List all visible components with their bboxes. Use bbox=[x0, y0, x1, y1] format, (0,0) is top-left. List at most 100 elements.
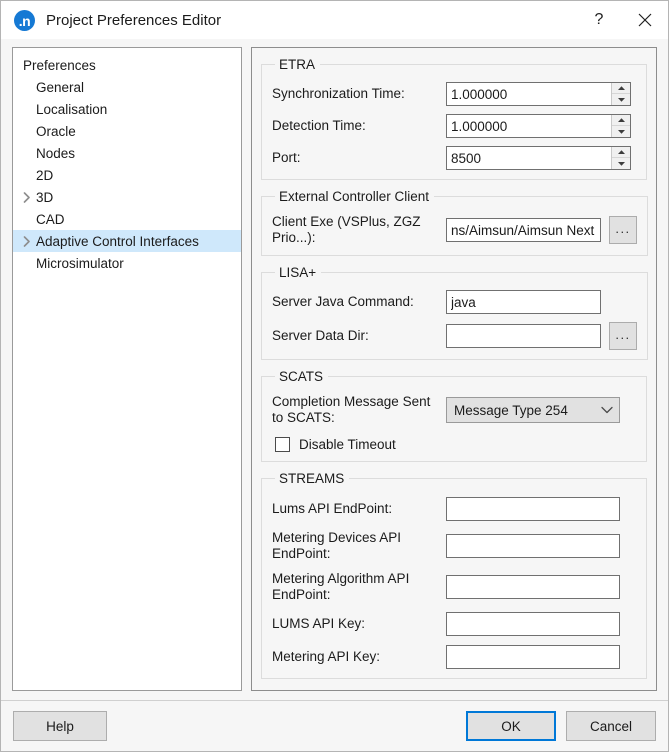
lums-api-endpoint-label: Lums API EndPoint: bbox=[272, 501, 393, 516]
disable-timeout-checkbox[interactable] bbox=[275, 437, 290, 452]
lums-api-key-row: LUMS API Key: bbox=[272, 612, 636, 636]
sidebar-item-label: Localisation bbox=[36, 101, 108, 117]
title-bar: .n Project Preferences Editor ? bbox=[1, 1, 668, 39]
streams-legend: STREAMS bbox=[279, 471, 345, 486]
sidebar-item-oracle[interactable]: Oracle bbox=[13, 120, 241, 142]
scats-legend: SCATS bbox=[279, 369, 324, 384]
app-icon: .n bbox=[14, 9, 35, 31]
tree-root-label: Preferences bbox=[23, 57, 96, 73]
streams-group: STREAMS Lums API EndPoint: Metering Devi… bbox=[261, 471, 647, 679]
spin-up-icon[interactable] bbox=[612, 115, 630, 126]
client-exe-input[interactable] bbox=[446, 218, 601, 242]
detection-time-spin-buttons[interactable] bbox=[611, 115, 630, 137]
client-exe-row: Client Exe (VSPlus, ZGZ Prio...): ... bbox=[272, 214, 637, 246]
help-icon-button[interactable]: ? bbox=[576, 1, 622, 39]
sidebar-item-general[interactable]: General bbox=[13, 76, 241, 98]
spin-down-icon[interactable] bbox=[612, 94, 630, 105]
metering-devices-api-endpoint-input[interactable] bbox=[446, 534, 620, 558]
etra-group: ETRA Synchronization Time: 1.000000 Dete… bbox=[261, 57, 647, 180]
sidebar-item-3d[interactable]: 3D bbox=[13, 186, 241, 208]
lums-api-endpoint-input[interactable] bbox=[446, 497, 620, 521]
sidebar-item-microsimulator[interactable]: Microsimulator bbox=[13, 252, 241, 274]
lums-api-key-input[interactable] bbox=[446, 612, 620, 636]
lisa-plus-group: LISA+ Server Java Command: Server Data D… bbox=[261, 265, 648, 360]
help-button[interactable]: Help bbox=[13, 711, 107, 741]
sync-time-label: Synchronization Time: bbox=[272, 86, 405, 101]
disable-timeout-row[interactable]: Disable Timeout bbox=[272, 437, 636, 452]
detection-time-input[interactable] bbox=[447, 115, 611, 137]
sidebar-item-label: General bbox=[36, 79, 85, 95]
metering-algorithm-api-endpoint-label: Metering Algorithm API EndPoint: bbox=[272, 571, 410, 602]
completion-message-row: Completion Message Sent to SCATS: Messag… bbox=[272, 394, 636, 426]
app-icon-glyph: .n bbox=[18, 13, 31, 29]
adaptive-control-interfaces-pane: ETRA Synchronization Time: 1.000000 Dete… bbox=[251, 47, 657, 691]
metering-api-key-label: Metering API Key: bbox=[272, 649, 381, 664]
sidebar-item-label: Nodes bbox=[36, 145, 76, 161]
chevron-right-icon[interactable] bbox=[19, 191, 34, 203]
sidebar-item-cad[interactable]: CAD bbox=[13, 208, 241, 230]
window-title: Project Preferences Editor bbox=[46, 11, 222, 29]
port-spinner[interactable] bbox=[446, 146, 631, 170]
metering-devices-api-endpoint-label: Metering Devices API EndPoint: bbox=[272, 530, 402, 561]
detection-time-row: Detection Time: bbox=[272, 114, 636, 138]
server-data-dir-browse-button[interactable]: ... bbox=[609, 322, 637, 350]
metering-algorithm-api-endpoint-input[interactable] bbox=[446, 575, 620, 599]
sidebar-item-label: 2D bbox=[36, 167, 54, 183]
sync-time-spin-buttons[interactable] bbox=[611, 83, 630, 105]
spin-down-icon[interactable] bbox=[612, 126, 630, 137]
detection-time-control bbox=[446, 114, 636, 138]
completion-message-select[interactable]: Message Type 254 bbox=[446, 397, 620, 423]
sidebar-item-label: Adaptive Control Interfaces bbox=[36, 233, 199, 249]
ok-button[interactable]: OK bbox=[466, 711, 556, 741]
metering-api-key-control bbox=[446, 645, 636, 669]
sidebar-item-adaptive-control-interfaces[interactable]: Adaptive Control Interfaces bbox=[13, 230, 241, 252]
cancel-button[interactable]: Cancel bbox=[566, 711, 656, 741]
close-icon-button[interactable] bbox=[622, 1, 668, 39]
preferences-tree[interactable]: Preferences General Localisation Oracle … bbox=[12, 47, 242, 691]
sidebar-item-nodes[interactable]: Nodes bbox=[13, 142, 241, 164]
completion-message-value: Message Type 254 bbox=[454, 402, 568, 418]
server-java-command-input[interactable] bbox=[446, 290, 601, 314]
lums-api-key-label: LUMS API Key: bbox=[272, 616, 366, 631]
sidebar-item-label: Oracle bbox=[36, 123, 76, 139]
port-input[interactable] bbox=[447, 147, 611, 169]
server-java-command-label: Server Java Command: bbox=[272, 294, 414, 309]
client-exe-browse-button[interactable]: ... bbox=[609, 216, 637, 244]
lums-api-endpoint-control bbox=[446, 497, 636, 521]
detection-time-spinner[interactable] bbox=[446, 114, 631, 138]
spin-up-icon[interactable] bbox=[612, 147, 630, 158]
sync-time-input[interactable] bbox=[447, 83, 611, 105]
metering-algorithm-api-endpoint-row: Metering Algorithm API EndPoint: bbox=[272, 571, 636, 603]
server-data-dir-row: Server Data Dir: ... bbox=[272, 322, 637, 350]
port-label: Port: bbox=[272, 150, 301, 165]
client-exe-label: Client Exe (VSPlus, ZGZ Prio...): bbox=[272, 214, 421, 245]
scats-group: SCATS Completion Message Sent to SCATS: … bbox=[261, 369, 647, 462]
port-control bbox=[446, 146, 636, 170]
chevron-down-icon bbox=[601, 406, 613, 414]
spin-down-icon[interactable] bbox=[612, 158, 630, 169]
port-spin-buttons[interactable] bbox=[611, 147, 630, 169]
port-row: Port: bbox=[272, 146, 636, 170]
server-java-command-control bbox=[446, 290, 637, 314]
client-exe-control: ... bbox=[446, 216, 637, 244]
server-data-dir-input[interactable] bbox=[446, 324, 601, 348]
external-controller-client-group: External Controller Client Client Exe (V… bbox=[261, 189, 648, 256]
tree-root-preferences[interactable]: Preferences bbox=[13, 54, 241, 76]
dialog-content: Preferences General Localisation Oracle … bbox=[1, 39, 668, 691]
server-data-dir-control: ... bbox=[446, 322, 637, 350]
sidebar-item-label: CAD bbox=[36, 211, 65, 227]
sidebar-item-label: 3D bbox=[36, 189, 54, 205]
server-java-command-row: Server Java Command: bbox=[272, 290, 637, 314]
spin-up-icon[interactable] bbox=[612, 83, 630, 94]
sync-time-spinner[interactable] bbox=[446, 82, 631, 106]
chevron-right-icon[interactable] bbox=[19, 235, 34, 247]
sidebar-item-label: Microsimulator bbox=[36, 255, 124, 271]
sync-time-control bbox=[446, 82, 636, 106]
metering-api-key-input[interactable] bbox=[446, 645, 620, 669]
external-controller-client-legend: External Controller Client bbox=[279, 189, 430, 204]
metering-devices-api-endpoint-control bbox=[446, 534, 636, 558]
sidebar-item-localisation[interactable]: Localisation bbox=[13, 98, 241, 120]
metering-devices-api-endpoint-row: Metering Devices API EndPoint: bbox=[272, 530, 636, 562]
sidebar-item-2d[interactable]: 2D bbox=[13, 164, 241, 186]
server-data-dir-label: Server Data Dir: bbox=[272, 328, 369, 343]
